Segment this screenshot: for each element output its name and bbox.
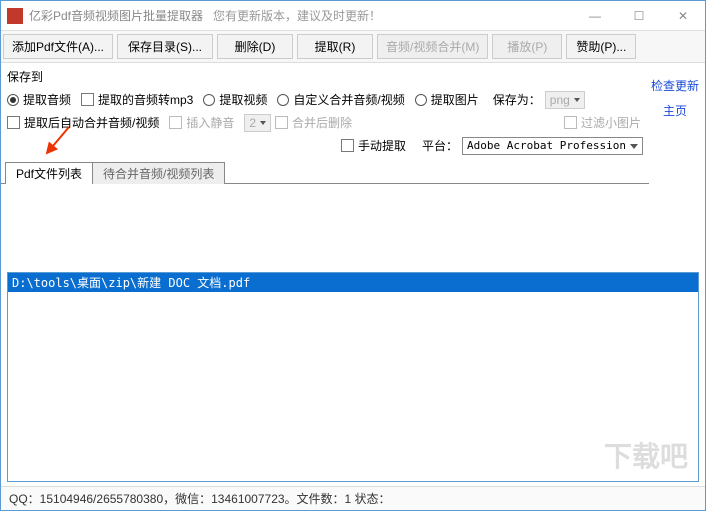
save-dir-button[interactable]: 保存目录(S)... (117, 34, 213, 59)
toolbar: 添加Pdf文件(A)... 保存目录(S)... 删除(D) 提取(R) 音频/… (1, 31, 705, 63)
add-pdf-button[interactable]: 添加Pdf文件(A)... (3, 34, 113, 59)
status-text: QQ：15104946/2655780380，微信：13461007723。文件… (9, 490, 391, 507)
tab-merge-list[interactable]: 待合并音频/视频列表 (92, 162, 225, 184)
minimize-button[interactable]: — (573, 1, 617, 30)
save-to-label: 保存到 (7, 68, 43, 85)
window-subtitle: 您有更新版本，建议及时更新！ (213, 7, 381, 24)
app-icon (7, 8, 23, 24)
check-manual-extract[interactable]: 手动提取 (341, 137, 406, 154)
titlebar: 亿彩Pdf音频视频图片批量提取器 您有更新版本，建议及时更新！ — ☐ ✕ (1, 1, 705, 31)
radio-extract-image[interactable]: 提取图片 (415, 91, 479, 108)
check-insert-silence: 插入静音 (169, 114, 234, 131)
extract-button[interactable]: 提取(R) (297, 34, 373, 59)
window-title: 亿彩Pdf音频视频图片批量提取器 (29, 7, 203, 24)
play-button: 播放(P) (492, 34, 562, 59)
radio-custom-merge[interactable]: 自定义合并音频/视频 (277, 91, 404, 108)
sponsor-button[interactable]: 赞助(P)... (566, 34, 636, 59)
list-item[interactable]: D:\tools\桌面\zip\新建 DOC 文档.pdf (8, 273, 698, 292)
radio-extract-video[interactable]: 提取视频 (203, 91, 267, 108)
check-delete-after: 合并后删除 (275, 114, 352, 131)
close-button[interactable]: ✕ (661, 1, 705, 30)
radio-extract-audio[interactable]: 提取音频 (7, 91, 71, 108)
check-filter-small: 过滤小图片 (564, 114, 641, 131)
saveas-label: 保存为： (493, 91, 541, 108)
file-list[interactable]: D:\tools\桌面\zip\新建 DOC 文档.pdf 下载吧 (7, 272, 699, 483)
options-panel: 保存到 提取音频 提取的音频转mp3 提取视频 自定义合并音频/视频 提取图片 … (1, 63, 649, 159)
delete-button[interactable]: 删除(D) (217, 34, 293, 59)
platform-select[interactable]: Adobe Acrobat Profession (462, 137, 643, 155)
watermark: 下载吧 (604, 435, 688, 475)
saveas-select[interactable]: png (545, 91, 585, 109)
silence-select: 2 (244, 114, 271, 132)
tabs: Pdf文件列表 待合并音频/视频列表 (1, 161, 649, 184)
statusbar: QQ：15104946/2655780380，微信：13461007723。文件… (1, 486, 705, 510)
tab-pdf-list[interactable]: Pdf文件列表 (5, 162, 93, 184)
platform-label: 平台： (422, 137, 458, 154)
check-update-link[interactable]: 检查更新 (651, 77, 699, 94)
maximize-button[interactable]: ☐ (617, 1, 661, 30)
merge-button: 音频/视频合并(M) (377, 34, 488, 59)
home-link[interactable]: 主页 (663, 102, 687, 119)
check-audio-mp3[interactable]: 提取的音频转mp3 (81, 91, 193, 108)
check-auto-merge[interactable]: 提取后自动合并音频/视频 (7, 114, 159, 131)
